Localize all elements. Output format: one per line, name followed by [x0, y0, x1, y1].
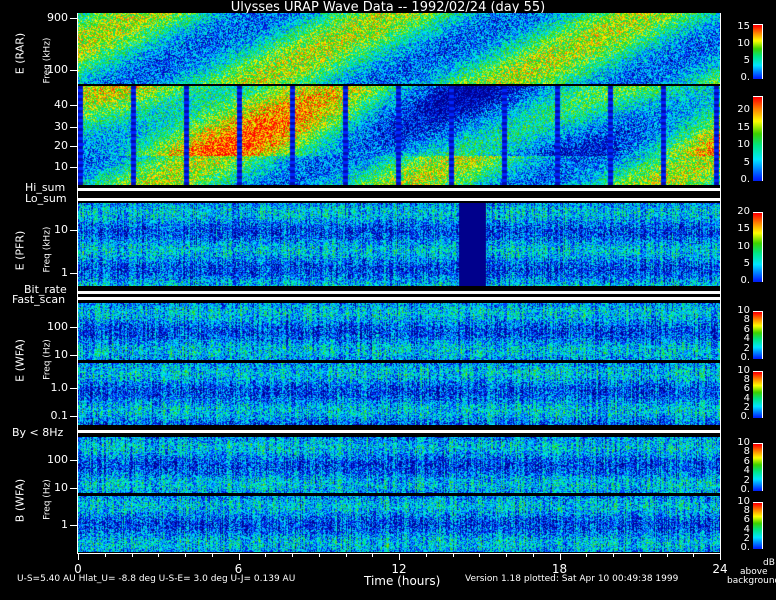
hi-sum-strip [78, 188, 720, 191]
y-tick-label: 10 [54, 223, 68, 236]
x-tick [292, 553, 293, 557]
x-tick [586, 553, 588, 557]
colorbar-tick-label: 0. [740, 72, 750, 83]
y-tick-label: 1 [61, 518, 68, 531]
colorbar-tick-label: 15 [737, 121, 750, 133]
cbar-unit-3: background [727, 576, 776, 586]
colorbar-tick-label: 20 [737, 206, 750, 217]
colorbar-pfr [753, 212, 763, 282]
instrument-label: E (PFR) [13, 230, 27, 271]
by-strip [78, 430, 720, 433]
y-tick-label: 10 [54, 160, 68, 173]
bit-rate-strip [78, 291, 720, 294]
colorbar-wfa-b-low [753, 502, 763, 549]
instrument-label: E (WFA) [13, 339, 27, 382]
by-label: By < 8Hz [12, 426, 64, 439]
x-tick [265, 553, 267, 557]
lo-sum-label: Lo_sum [25, 192, 67, 205]
x-tick [211, 553, 213, 557]
colorbar-tick-label: 10 [737, 139, 750, 150]
y-tick-label: 40 [54, 98, 68, 111]
spectrogram-wfa-b-high [78, 437, 720, 493]
x-tick-label: 6 [234, 562, 243, 576]
version-text: Version 1.18 plotted: Sat Apr 10 00:49:3… [465, 574, 679, 584]
colorbar-tick-label: 0. [740, 542, 750, 553]
urap-plot: Ulysses URAP Wave Data -- 1992/02/24 (da… [0, 0, 776, 600]
fast-scan-strip [78, 297, 720, 300]
x-tick-label: 12 [391, 562, 407, 576]
ephemeris-text: U-S=5.40 AU Hlat_U= -8.8 deg U-S-E= 3.0 … [17, 574, 296, 584]
right-axis-line [720, 13, 721, 554]
spectrogram-rar-high [78, 13, 720, 84]
x-tick-label: 0 [74, 562, 82, 576]
x-tick [479, 553, 481, 557]
x-tick [238, 553, 240, 560]
x-tick [559, 553, 561, 560]
colorbar-tick-label: 0. [740, 484, 750, 495]
x-tick-label: 24 [712, 562, 728, 576]
colorbar-rar-low [753, 96, 763, 181]
y-tick-label: 100 [47, 453, 68, 466]
freq-axis-label: Freq (kHz) [42, 226, 53, 273]
x-tick [372, 553, 374, 557]
fast-scan-label: Fast_scan [12, 293, 66, 306]
x-tick-label: 18 [551, 562, 568, 576]
colorbar-tick-label: 5 [743, 55, 750, 67]
spectrogram-pfr [78, 203, 720, 286]
spectrogram-wfa-b-low [78, 496, 720, 552]
x-tick [78, 553, 79, 560]
colorbar-tick-label: 15 [737, 21, 750, 33]
colorbar-tick-label: 0. [740, 174, 750, 185]
y-tick-label: 1.0 [50, 381, 69, 394]
colorbar-tick-label: 20 [737, 104, 750, 115]
x-axis-label: Time (hours) [364, 574, 441, 588]
y-axis-line [77, 13, 78, 554]
y-tick-label: 1 [61, 266, 68, 279]
y-tick-label: 10 [54, 348, 68, 361]
x-tick [185, 553, 186, 557]
colorbar-tick-label: 10 [737, 38, 750, 50]
spectrogram-wfa-e-low [78, 363, 720, 425]
x-tick [158, 553, 160, 557]
colorbar-tick-label: 0. [740, 352, 750, 363]
colorbar-wfa-e-high [753, 311, 763, 359]
x-tick [613, 553, 614, 557]
y-tick-label: 30 [54, 120, 68, 133]
colorbar-tick-label: 5 [743, 257, 750, 269]
x-tick [452, 553, 454, 557]
instrument-label: E (RAR) [13, 32, 27, 75]
instrument-label: B (WFA) [13, 478, 27, 523]
x-tick [693, 553, 695, 557]
freq-axis-label: Freq (Hz) [42, 479, 53, 520]
x-tick [318, 553, 320, 557]
colorbar-tick-label: 15 [737, 223, 750, 235]
x-tick [345, 553, 347, 557]
x-tick [666, 553, 668, 557]
y-tick-label: 900 [47, 11, 68, 24]
x-tick [425, 553, 427, 557]
colorbar-wfa-b-high [753, 443, 763, 491]
y-tick-label: 0.1 [50, 409, 69, 422]
colorbar-tick-label: 0. [740, 275, 750, 286]
x-tick [131, 553, 133, 557]
x-tick [506, 553, 507, 557]
x-tick [399, 553, 400, 560]
x-tick [720, 553, 721, 560]
colorbar-rar-high [753, 24, 763, 79]
y-tick-label: 20 [54, 139, 68, 152]
colorbar-tick-label: 10 [737, 240, 750, 252]
x-tick [532, 553, 534, 557]
y-tick-label: 10 [54, 481, 68, 494]
colorbar-wfa-e-low [753, 371, 763, 418]
x-tick [104, 553, 106, 557]
lo-sum-strip [78, 198, 720, 201]
spectrogram-wfa-e-high [78, 303, 720, 360]
colorbar-tick-label: 5 [743, 156, 750, 168]
x-tick [639, 553, 641, 557]
colorbar-tick-label: 0. [740, 411, 750, 422]
spectrogram-rar-low [78, 86, 720, 185]
freq-axis-label: Freq (kHz) [42, 37, 53, 84]
